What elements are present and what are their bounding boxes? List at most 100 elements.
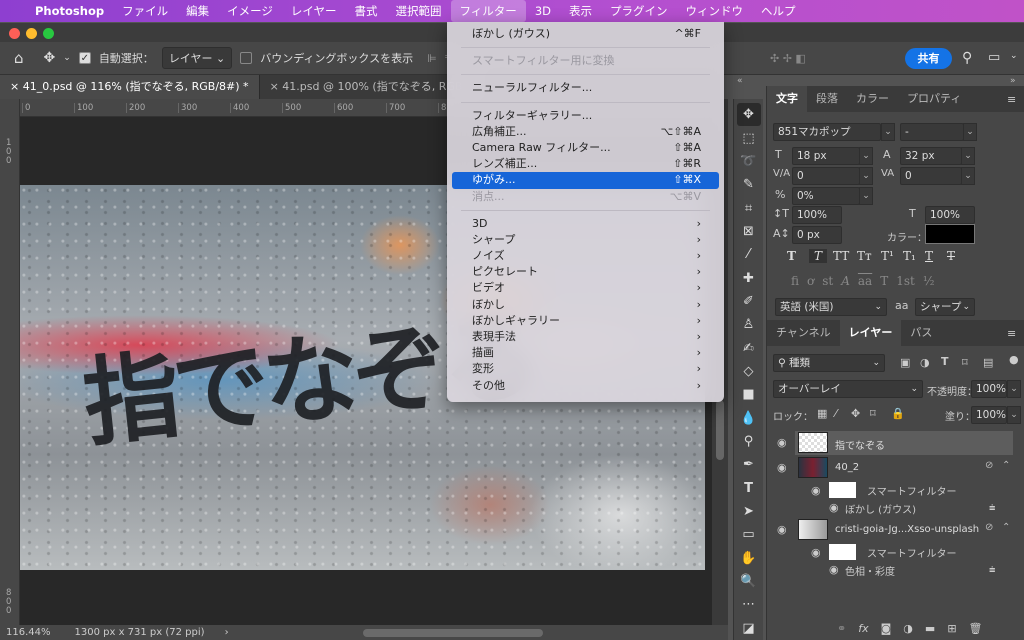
ordinal-button[interactable]: T xyxy=(880,274,888,288)
collapse-filters-icon[interactable]: ⌃ xyxy=(1002,460,1010,471)
panel-menu-icon[interactable]: ≡ xyxy=(1007,93,1016,106)
tab-paragraph[interactable]: 段落 xyxy=(807,86,847,112)
3d-orbit-icon[interactable]: ✣ ✢ ◧ xyxy=(770,52,806,65)
menu-filter[interactable]: フィルター xyxy=(450,0,526,22)
more-tools-icon[interactable]: ⋯ xyxy=(737,593,761,616)
layer-name[interactable]: cristi-goia-Jg...Xsso-unsplash xyxy=(835,524,979,535)
chevron-down-icon[interactable]: ⌄ xyxy=(1007,406,1021,424)
smart-filter-label[interactable]: スマートフィルター xyxy=(867,545,957,560)
vertical-scale-field[interactable]: 100% xyxy=(792,206,842,224)
frame-tool-icon[interactable]: ⊠ xyxy=(737,220,761,243)
text-color-swatch[interactable] xyxy=(925,224,975,244)
smart-filter-mask[interactable] xyxy=(829,482,856,498)
collapse-panel-icon[interactable]: « xyxy=(737,76,743,86)
tab-color[interactable]: カラー xyxy=(847,86,898,112)
discretionary-ligature-button[interactable]: ơ xyxy=(807,274,814,288)
baseline-shift-field[interactable]: 0 px xyxy=(792,226,842,244)
tab-document-1[interactable]: × 41_0.psd @ 116% (指でなぞる, RGB/8#) * xyxy=(0,75,260,99)
opacity-field[interactable]: 100% xyxy=(971,380,1007,398)
horizontal-scale-field[interactable]: 100% xyxy=(925,206,975,224)
close-tab-icon[interactable]: × xyxy=(270,80,283,93)
pen-tool-icon[interactable]: ✒ xyxy=(737,453,761,476)
visibility-eye-icon[interactable]: ◉ xyxy=(829,563,839,576)
tab-character[interactable]: 文字 xyxy=(767,86,807,112)
fx-icon[interactable]: fx xyxy=(858,622,868,635)
crop-tool-icon[interactable]: ⌗ xyxy=(737,196,761,219)
filter-menu-item[interactable]: その他 › xyxy=(452,378,719,394)
leading-field[interactable]: 32 px xyxy=(900,147,962,165)
titling-button[interactable]: aa xyxy=(858,274,872,288)
chevron-down-icon[interactable]: ⌄ xyxy=(961,147,975,165)
filter-toggle-icon[interactable]: ● xyxy=(1009,353,1019,366)
blend-mode-dropdown[interactable]: オーバーレイ ⌄ xyxy=(773,380,923,398)
filter-pixel-icon[interactable]: ▣ xyxy=(900,356,910,369)
font-style-field[interactable]: - xyxy=(900,123,964,141)
close-window-button[interactable] xyxy=(9,28,20,39)
chevron-down-icon[interactable]: ⌄ xyxy=(963,123,977,141)
swash-button[interactable]: A xyxy=(841,274,850,288)
filter-adjustment-icon[interactable]: ◑ xyxy=(920,356,930,369)
auto-select-target-dropdown[interactable]: レイヤー ⌄ xyxy=(161,47,233,69)
stamp-tool-icon[interactable]: ♙ xyxy=(737,313,761,336)
faux-italic-button[interactable]: T xyxy=(809,249,827,263)
filter-blending-options-icon[interactable]: ⩧ xyxy=(989,501,995,515)
font-family-field[interactable]: 851マカポップ xyxy=(773,123,881,141)
layer-row[interactable]: 40_2 ⊘ ⌃ xyxy=(795,456,1013,480)
filter-name[interactable]: ぼかし (ガウス) xyxy=(845,501,916,516)
link-layers-icon[interactable]: ⚭ xyxy=(837,622,846,635)
menu-app[interactable]: Photoshop xyxy=(26,0,113,22)
all-caps-button[interactable]: TT xyxy=(833,249,851,263)
visibility-eye-icon[interactable]: ◉ xyxy=(777,523,787,536)
eyedropper-tool-icon[interactable]: ⁄ xyxy=(737,243,761,266)
menu-plugins[interactable]: プラグイン xyxy=(601,0,677,22)
workspace-icon[interactable]: ▭ xyxy=(988,50,1000,65)
menu-help[interactable]: ヘルプ xyxy=(752,0,805,22)
strikethrough-button[interactable]: T xyxy=(947,249,963,263)
menu-layer[interactable]: レイヤー xyxy=(282,0,346,22)
filter-menu-item[interactable]: ゆがみ... ⇧⌘X xyxy=(452,172,719,189)
status-chevron-icon[interactable]: › xyxy=(205,627,229,638)
filter-smart-object-icon[interactable]: ▤ xyxy=(983,356,993,369)
chevron-down-icon[interactable]: ⌄ xyxy=(1007,380,1021,398)
visibility-eye-icon[interactable]: ◉ xyxy=(811,546,821,559)
path-select-tool-icon[interactable]: ➤ xyxy=(737,500,761,523)
fractions-button[interactable]: ½ xyxy=(923,274,935,288)
filter-menu-item[interactable]: 広角補正... ⌥⇧⌘A xyxy=(452,124,719,140)
chevron-down-icon[interactable]: ⌄ xyxy=(859,187,873,205)
menu-select[interactable]: 選択範囲 xyxy=(387,0,451,22)
filter-menu-item[interactable]: ぼかしギャラリー › xyxy=(452,313,719,329)
tracking-field[interactable]: 0 xyxy=(900,167,962,185)
color-swatches-icon[interactable]: ◪ xyxy=(737,617,761,640)
dodge-tool-icon[interactable]: ⚲ xyxy=(737,430,761,453)
quick-select-tool-icon[interactable]: ✎ xyxy=(737,173,761,196)
layer-row[interactable]: 指でなぞる xyxy=(795,431,1013,455)
stylistic-button[interactable]: st xyxy=(822,274,833,288)
chevron-down-icon[interactable]: ⌄ xyxy=(859,167,873,185)
filter-menu-item[interactable]: ノイズ › xyxy=(452,248,719,264)
menu-image[interactable]: イメージ xyxy=(218,0,282,22)
chevron-down-icon[interactable]: ⌄ xyxy=(859,147,873,165)
filter-menu-item[interactable]: 描画 › xyxy=(452,345,719,361)
history-brush-icon[interactable]: ✍ xyxy=(737,336,761,359)
ordinals-button[interactable]: 1st xyxy=(896,274,915,288)
ligature-button[interactable]: ﬁ xyxy=(791,274,799,288)
move-tool-icon[interactable]: ✥ xyxy=(736,103,761,127)
close-tab-icon[interactable]: × xyxy=(10,80,23,93)
eraser-tool-icon[interactable]: ◇ xyxy=(737,360,761,383)
filter-type-icon[interactable]: T xyxy=(941,355,949,368)
blur-tool-icon[interactable]: 💧 xyxy=(737,406,761,429)
lock-artboard-icon[interactable]: ⌑ xyxy=(870,407,876,420)
lock-position-icon[interactable]: ✥ xyxy=(851,407,860,420)
zoom-level[interactable]: 116.44% xyxy=(0,627,63,638)
panel-menu-icon[interactable]: ≡ xyxy=(1007,327,1016,340)
search-icon[interactable]: ⚲ xyxy=(962,50,972,66)
menu-type[interactable]: 書式 xyxy=(346,0,387,22)
layer-name[interactable]: 指でなぞる xyxy=(835,437,885,452)
subscript-button[interactable]: T₁ xyxy=(903,249,919,263)
filter-name[interactable]: 色相・彩度 xyxy=(845,563,895,578)
marquee-tool-icon[interactable]: ⬚ xyxy=(737,126,761,149)
faux-bold-button[interactable]: T xyxy=(787,249,803,263)
rectangle-tool-icon[interactable]: ▭ xyxy=(737,523,761,546)
visibility-eye-icon[interactable]: ◉ xyxy=(777,436,787,449)
zoom-window-button[interactable] xyxy=(43,28,54,39)
